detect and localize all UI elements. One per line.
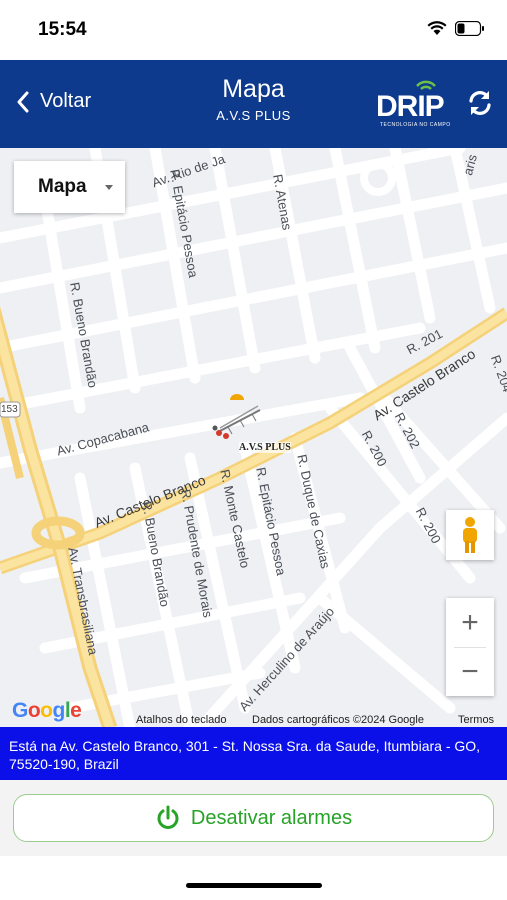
deactivate-alarms-label: Desativar alarmes	[190, 806, 353, 829]
chevron-left-icon	[17, 91, 29, 112]
address-bar: Está na Av. Castelo Branco, 301 - St. No…	[0, 727, 507, 780]
keyboard-shortcuts-link[interactable]: Atalhos do teclado	[136, 714, 227, 726]
map-type-label: Mapa	[38, 176, 87, 197]
highway-number-label: 153	[1, 404, 18, 415]
pivot-marker[interactable]	[210, 392, 265, 446]
drip-logo: DRIP TECNOLOGIA NO CAMPO	[376, 78, 456, 134]
map-type-selector[interactable]: Mapa	[14, 161, 125, 213]
zoom-in-button[interactable]: +	[446, 598, 494, 647]
map-view[interactable]: 153 Av. Rio de Ja aris R. Atenas R. Epit…	[0, 148, 507, 728]
deactivate-alarms-button[interactable]: Desativar alarmes	[13, 794, 494, 842]
back-button[interactable]: Voltar	[16, 90, 91, 113]
caret-down-icon	[105, 185, 113, 190]
terms-link[interactable]: Termos	[458, 714, 494, 726]
logo-text: DRIP	[376, 90, 445, 123]
zoom-control: + −	[446, 598, 494, 696]
app-header: Voltar Mapa A.V.S PLUS DRIP TECNOLOGIA N…	[0, 60, 507, 148]
back-label: Voltar	[40, 90, 92, 112]
pegman-icon	[463, 517, 477, 553]
street-view-button[interactable]	[446, 510, 494, 560]
address-text: Está na Av. Castelo Branco, 301 - St. No…	[9, 738, 481, 772]
zoom-out-button[interactable]: −	[446, 647, 494, 696]
status-icons	[427, 20, 485, 36]
irrigation-pivot-icon	[212, 394, 261, 439]
power-icon	[157, 805, 179, 829]
home-indicator	[186, 883, 322, 888]
status-time: 15:54	[38, 19, 87, 40]
wifi-icon	[427, 21, 447, 35]
pivot-marker-label: A.V.S PLUS	[239, 442, 291, 453]
refresh-icon	[469, 91, 491, 115]
map-data-attribution[interactable]: Dados cartográficos ©2024 Google	[252, 714, 424, 726]
bottom-bar: Desativar alarmes	[0, 780, 507, 856]
battery-icon	[455, 20, 484, 36]
google-logo: Google	[12, 699, 82, 722]
status-bar: 15:54	[0, 0, 507, 60]
refresh-button[interactable]	[465, 88, 495, 123]
logo-tagline: TECNOLOGIA NO CAMPO	[380, 122, 451, 128]
